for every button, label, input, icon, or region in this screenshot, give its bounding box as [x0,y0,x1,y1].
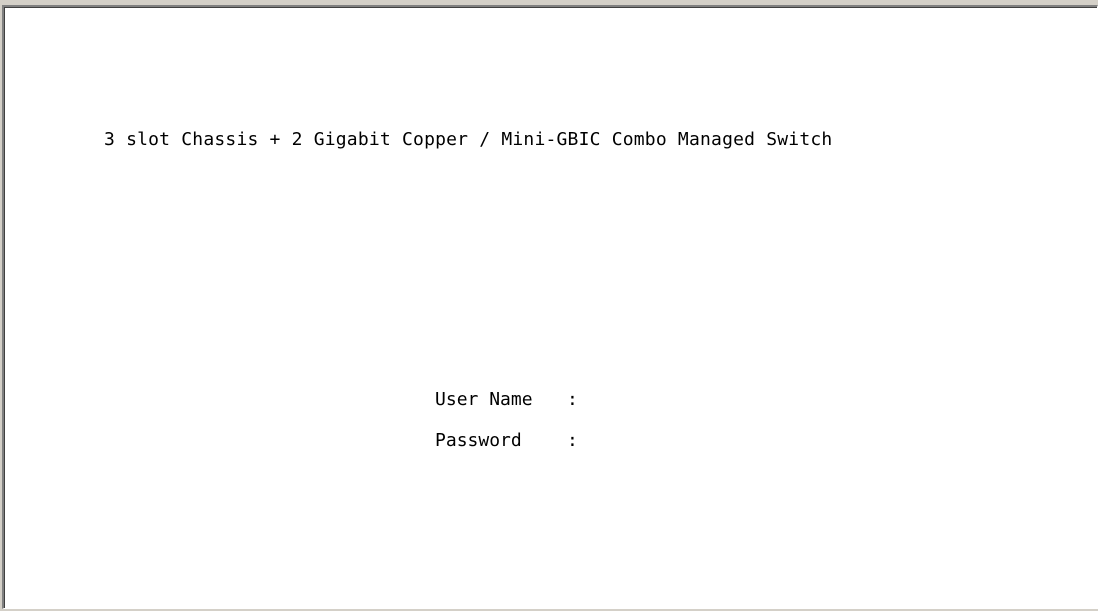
password-row: Password: [370,411,788,471]
password-label: Password [435,430,522,451]
password-separator: : [567,430,578,451]
terminal-screen[interactable]: 3 slot Chassis + 2 Gigabit Copper / Mini… [4,7,1097,608]
device-title: 3 slot Chassis + 2 Gigabit Copper / Mini… [104,129,833,150]
password-field[interactable] [588,431,788,451]
username-field[interactable] [588,390,788,410]
terminal-window: 3 slot Chassis + 2 Gigabit Copper / Mini… [2,5,1098,609]
username-label: User Name [435,389,533,410]
username-separator: : [567,389,578,410]
